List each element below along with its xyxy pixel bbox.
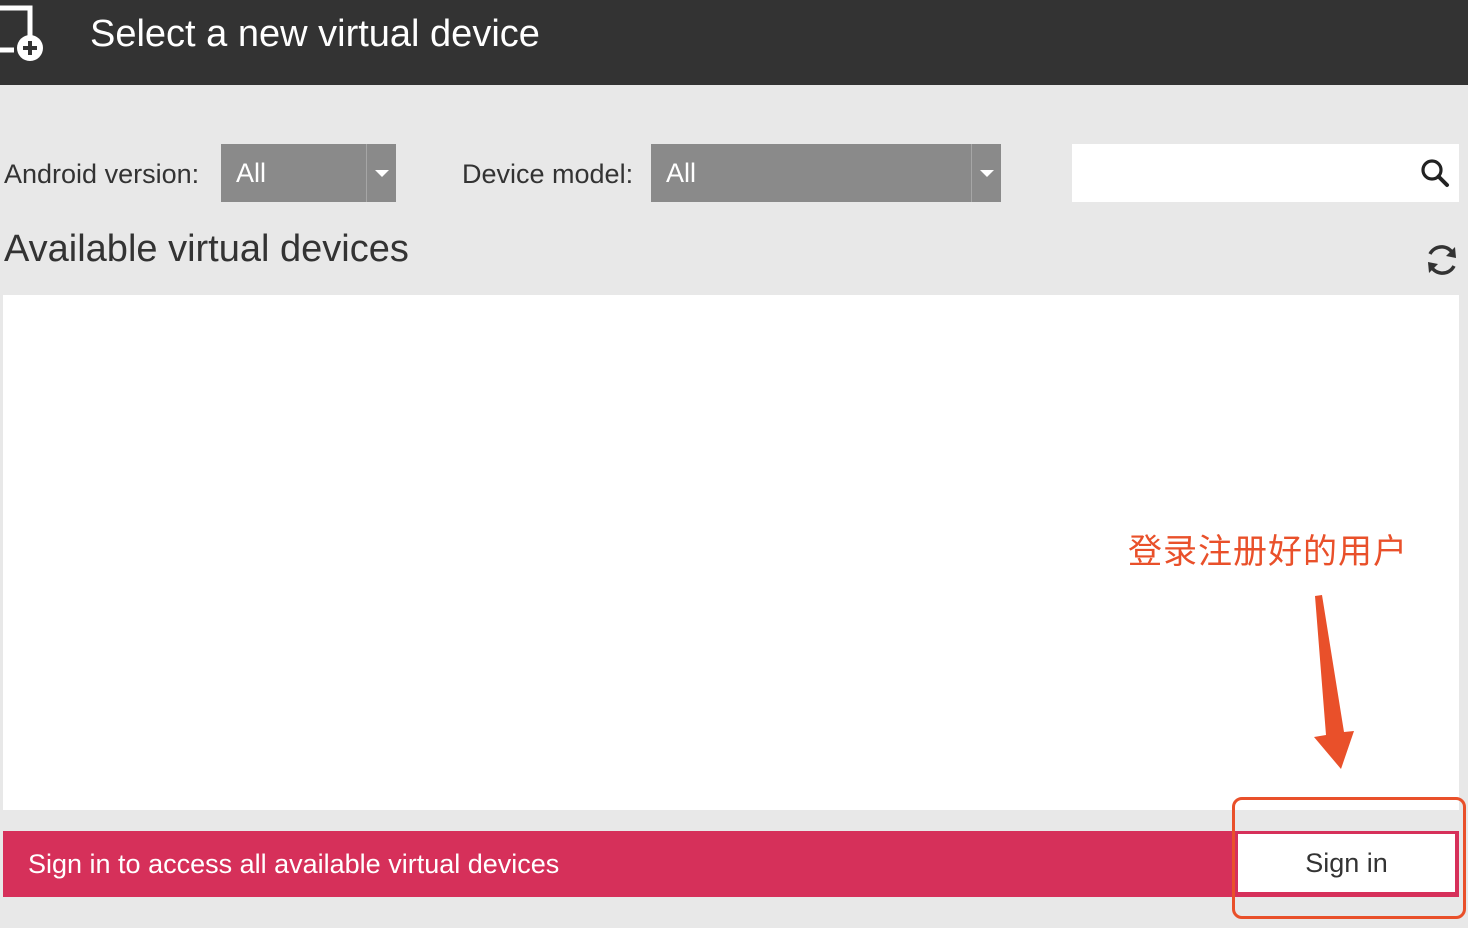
sign-in-message: Sign in to access all available virtual … bbox=[28, 849, 560, 879]
device-model-value: All bbox=[666, 158, 697, 188]
chevron-down-icon[interactable] bbox=[971, 144, 1001, 202]
chevron-down-icon[interactable] bbox=[366, 144, 396, 202]
search-input[interactable] bbox=[1072, 144, 1412, 202]
new-device-icon bbox=[0, 5, 43, 61]
refresh-icon[interactable] bbox=[1424, 242, 1460, 278]
annotation-arrow-icon bbox=[1314, 595, 1354, 769]
device-model-select[interactable]: All bbox=[651, 144, 1001, 202]
annotation-text: 登录注册好的用户 bbox=[1128, 532, 1408, 572]
android-version-value: All bbox=[236, 158, 267, 188]
search-icon[interactable] bbox=[1419, 157, 1451, 189]
section-title: Available virtual devices bbox=[4, 228, 409, 270]
android-version-select[interactable]: All bbox=[221, 144, 396, 202]
dialog-title: Select a new virtual device bbox=[90, 13, 540, 55]
title-bar: Select a new virtual device bbox=[0, 0, 1468, 85]
search-box bbox=[1072, 144, 1459, 202]
annotation-highlight-box bbox=[1232, 797, 1466, 919]
device-model-label: Device model: bbox=[462, 159, 634, 189]
android-version-label: Android version: bbox=[4, 159, 200, 189]
